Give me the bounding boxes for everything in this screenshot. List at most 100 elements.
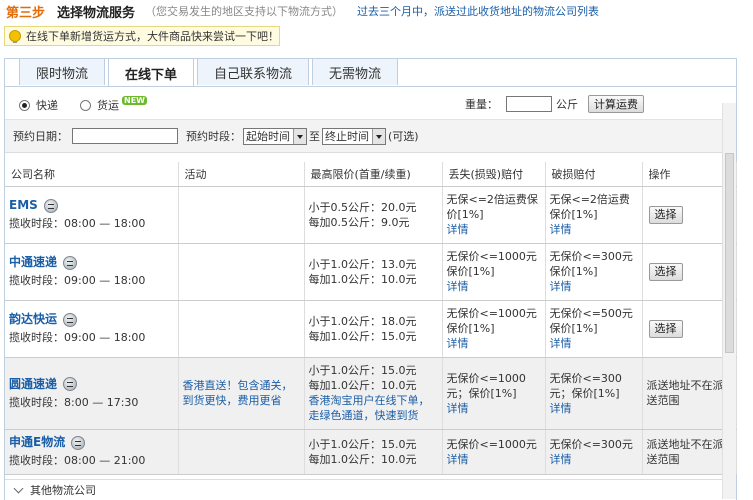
tab-divider [5, 86, 736, 87]
header-damage-compensation: 破损赔付 [545, 162, 643, 187]
logistics-panel: 限时物流 在线下单 自己联系物流 无需物流 快递 货运 NEW 重量： 公斤 计… [4, 58, 737, 500]
header-max-price: 最高限价(首重/续重) [304, 162, 443, 187]
activity-cell [178, 429, 305, 475]
weight-label: 重量： [465, 98, 498, 111]
loss-details-link[interactable]: 详情 [447, 452, 541, 467]
chevron-down-icon [13, 483, 24, 493]
to-label: 至 [309, 130, 320, 143]
company-name[interactable]: 韵达快运 [9, 312, 57, 327]
loss-details-link[interactable]: 详情 [447, 222, 541, 237]
extra-weight-price: 每加0.5公斤：9.0元 [308, 215, 410, 229]
damage-details-link[interactable]: 详情 [550, 279, 638, 294]
optional-label: (可选) [388, 130, 419, 143]
company-name[interactable]: EMS [9, 198, 38, 213]
damage-cell: 无保价<=300元 详情 [545, 429, 643, 475]
select-button[interactable]: 选择 [648, 205, 683, 224]
activity-cell [178, 243, 305, 301]
tab-no-logistics[interactable]: 无需物流 [312, 58, 399, 85]
company-name[interactable]: 圆通速递 [9, 377, 57, 392]
loss-cell: 无保价<=1000元保价[1%] 详情 [442, 300, 546, 358]
start-time-value: 起始时间 [246, 130, 290, 143]
pickup-hours: 揽收时段：09:00 — 18:00 [9, 274, 146, 287]
extra-weight-price: 每加1.0公斤：10.0元 [308, 452, 417, 466]
tab-self-contact[interactable]: 自己联系物流 [197, 58, 310, 85]
end-time-select[interactable]: 终止时间 [322, 127, 386, 145]
first-weight-price: 小于1.0公斤：15.0元 [308, 437, 417, 451]
express-radio[interactable] [19, 99, 30, 111]
express-label: 快递 [36, 99, 58, 112]
damage-details-link[interactable]: 详情 [550, 401, 638, 416]
wangwang-chat-icon[interactable] [63, 255, 78, 270]
damage-cell: 无保价<=300元；保价[1%] 详情 [545, 357, 643, 430]
company-cell: 韵达快运 揽收时段：09:00 — 18:00 [5, 300, 179, 358]
loss-details-link[interactable]: 详情 [447, 279, 541, 294]
step-title: 选择物流服务 [57, 5, 136, 21]
price-promo-note[interactable]: 香港淘宝用户在线下单，走绿色通道，快速到货 [309, 393, 438, 423]
company-name[interactable]: 申通E物流 [9, 435, 65, 450]
tab-online-order[interactable]: 在线下单 [108, 58, 195, 87]
table-row: 申通E物流 揽收时段：08:00 — 21:00 小于1.0公斤：15.0元 每… [5, 429, 737, 475]
booking-date-label: 预约日期： [13, 130, 68, 143]
end-time-value: 终止时间 [325, 130, 369, 143]
select-button[interactable]: 选择 [648, 319, 683, 338]
header-activity: 活动 [178, 162, 305, 187]
extra-weight-price: 每加1.0公斤：10.0元 [308, 272, 417, 286]
wangwang-chat-icon[interactable] [71, 435, 86, 450]
damage-policy: 无保价<=500元保价[1%] [549, 307, 633, 335]
wangwang-chat-icon[interactable] [63, 312, 78, 327]
booking-time-label: 预约时段： [186, 130, 241, 143]
first-weight-price: 小于0.5公斤：20.0元 [308, 200, 417, 214]
table-row: 圆通速递 揽收时段：8:00 — 17:30 香港直送！包含通关，到货更快，费用… [5, 357, 737, 430]
first-weight-price: 小于1.0公斤：15.0元 [308, 364, 417, 377]
dropdown-arrow-icon [293, 128, 306, 144]
company-name[interactable]: 中通速递 [9, 255, 57, 270]
logistics-table: 公司名称 活动 最高限价(首重/续重) 丢失(损毁)赔付 破损赔付 操作 EMS… [5, 162, 737, 475]
tab-time-limited[interactable]: 限时物流 [19, 58, 106, 85]
company-cell: 圆通速递 揽收时段：8:00 — 17:30 [5, 357, 179, 430]
calculate-fee-button[interactable]: 计算运费 [588, 95, 644, 113]
activity-cell [178, 300, 305, 358]
activity-cell[interactable]: 香港直送！包含通关，到货更快，费用更省 [178, 357, 305, 430]
company-cell: 中通速递 揽收时段：09:00 — 18:00 [5, 243, 179, 301]
table-header-row: 公司名称 活动 最高限价(首重/续重) 丢失(损毁)赔付 破损赔付 操作 [5, 162, 737, 187]
pickup-hours: 揽收时段：09:00 — 18:00 [9, 331, 146, 344]
wangwang-chat-icon[interactable] [63, 377, 78, 391]
first-weight-price: 小于1.0公斤：13.0元 [308, 257, 417, 271]
scrollbar-thumb[interactable] [725, 153, 734, 353]
weight-group: 重量： 公斤 计算运费 [465, 95, 644, 113]
new-badge: NEW [122, 95, 147, 105]
loss-policy: 无保价<=1000元 [446, 437, 537, 451]
weight-unit: 公斤 [556, 98, 578, 111]
damage-cell: 无保价<=300元保价[1%] 详情 [545, 243, 643, 301]
loss-details-link[interactable]: 详情 [447, 401, 541, 416]
price-cell: 小于1.0公斤：15.0元 每加1.0公斤：10.0元 [304, 429, 443, 475]
step-description: （您交易发生的地区支持以下物流方式） [145, 5, 344, 18]
other-companies-toggle[interactable]: 其他物流公司 [5, 479, 736, 500]
step-number: 第三步 [6, 5, 46, 21]
pickup-hours: 揽收时段：8:00 — 17:30 [9, 395, 139, 409]
weight-input[interactable] [506, 96, 552, 112]
loss-cell: 无保<=2倍运费保价[1%] 详情 [442, 186, 546, 244]
pickup-hours: 揽收时段：08:00 — 21:00 [9, 454, 146, 467]
freight-radio[interactable] [80, 99, 91, 111]
damage-details-link[interactable]: 详情 [550, 336, 638, 351]
price-cell: 小于1.0公斤：18.0元 每加1.0公斤：15.0元 [304, 300, 443, 358]
damage-details-link[interactable]: 详情 [550, 452, 638, 467]
history-link[interactable]: 过去三个月中，派送过此收货地址的物流公司列表 [357, 3, 599, 19]
loss-details-link[interactable]: 详情 [447, 336, 541, 351]
damage-details-link[interactable]: 详情 [550, 222, 638, 237]
wangwang-chat-icon[interactable] [43, 198, 58, 213]
booking-date-input[interactable] [72, 128, 178, 144]
damage-policy: 无保价<=300元保价[1%] [549, 250, 633, 278]
scrollbar[interactable] [722, 103, 736, 499]
start-time-select[interactable]: 起始时间 [243, 127, 307, 145]
loss-cell: 无保价<=1000元 详情 [442, 429, 546, 475]
price-cell: 小于0.5公斤：20.0元 每加0.5公斤：9.0元 [304, 186, 443, 244]
loss-policy: 无保价<=1000元保价[1%] [446, 250, 537, 278]
table-row: 韵达快运 揽收时段：09:00 — 18:00 小于1.0公斤：18.0元 每加… [5, 300, 737, 358]
damage-cell: 无保<=2倍运费保价[1%] 详情 [545, 186, 643, 244]
company-cell: 申通E物流 揽收时段：08:00 — 21:00 [5, 429, 179, 475]
select-button[interactable]: 选择 [648, 262, 683, 281]
damage-cell: 无保价<=500元保价[1%] 详情 [545, 300, 643, 358]
loss-policy: 无保<=2倍运费保价[1%] [446, 193, 538, 221]
